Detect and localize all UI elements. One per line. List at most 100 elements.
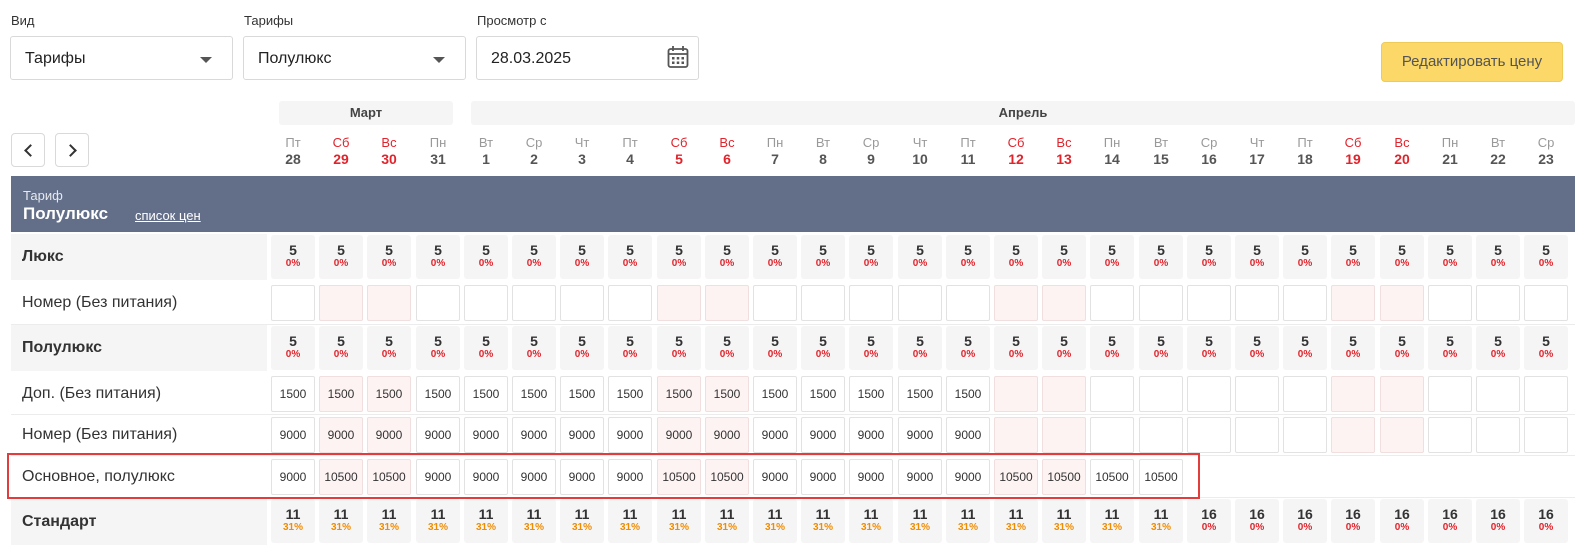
price-input[interactable]: 10500	[1090, 459, 1134, 495]
price-input[interactable]: 10500	[705, 459, 749, 495]
price-input[interactable]	[1235, 376, 1279, 412]
price-input[interactable]	[367, 285, 411, 321]
price-input[interactable]: 9000	[705, 417, 749, 453]
price-input[interactable]	[1380, 376, 1424, 412]
price-input[interactable]: 1500	[464, 376, 508, 412]
price-input[interactable]	[1042, 285, 1086, 321]
price-input[interactable]: 9000	[946, 417, 990, 453]
price-input[interactable]: 10500	[1042, 459, 1086, 495]
view-select[interactable]: Тарифы	[10, 36, 233, 80]
price-input[interactable]: 9000	[657, 417, 701, 453]
price-input[interactable]: 9000	[464, 459, 508, 495]
price-input[interactable]: 9000	[608, 459, 652, 495]
price-input[interactable]: 10500	[1139, 459, 1183, 495]
price-input[interactable]	[994, 376, 1038, 412]
price-input[interactable]: 1500	[608, 376, 652, 412]
price-input[interactable]	[1428, 376, 1472, 412]
price-input[interactable]: 9000	[898, 459, 942, 495]
price-input[interactable]: 1500	[416, 376, 460, 412]
price-input[interactable]	[1235, 285, 1279, 321]
price-input[interactable]: 1500	[512, 376, 556, 412]
price-input[interactable]	[464, 285, 508, 321]
price-input[interactable]: 9000	[416, 417, 460, 453]
price-input[interactable]	[271, 285, 315, 321]
price-input[interactable]	[1139, 285, 1183, 321]
price-list-link[interactable]: список цен	[135, 208, 201, 223]
price-input[interactable]: 9000	[367, 417, 411, 453]
price-input[interactable]: 1500	[898, 376, 942, 412]
price-input[interactable]: 9000	[271, 417, 315, 453]
price-input[interactable]	[319, 285, 363, 321]
price-input[interactable]	[560, 285, 604, 321]
price-input[interactable]: 10500	[994, 459, 1038, 495]
price-input[interactable]	[801, 285, 845, 321]
price-input[interactable]: 1500	[271, 376, 315, 412]
price-input[interactable]	[1187, 376, 1231, 412]
price-input[interactable]: 9000	[271, 459, 315, 495]
price-input[interactable]: 9000	[849, 417, 893, 453]
price-input[interactable]	[1428, 285, 1472, 321]
price-input[interactable]: 1500	[705, 376, 749, 412]
tariffs-select[interactable]: Полулюкс	[243, 36, 466, 80]
price-input[interactable]	[1090, 376, 1134, 412]
price-input[interactable]: 10500	[657, 459, 701, 495]
price-input[interactable]	[1331, 376, 1375, 412]
price-input[interactable]	[1331, 417, 1375, 453]
price-input[interactable]	[946, 285, 990, 321]
price-input[interactable]	[1235, 417, 1279, 453]
price-input[interactable]: 1500	[849, 376, 893, 412]
price-input[interactable]	[657, 285, 701, 321]
price-input[interactable]	[1187, 285, 1231, 321]
price-input[interactable]	[1476, 285, 1520, 321]
price-input[interactable]	[1090, 417, 1134, 453]
price-input[interactable]: 9000	[801, 417, 845, 453]
price-input[interactable]	[994, 285, 1038, 321]
price-input[interactable]	[512, 285, 556, 321]
price-input[interactable]: 9000	[512, 417, 556, 453]
price-input[interactable]	[1090, 285, 1134, 321]
price-input[interactable]: 9000	[801, 459, 845, 495]
price-input[interactable]: 9000	[946, 459, 990, 495]
price-input[interactable]	[994, 417, 1038, 453]
price-input[interactable]	[1139, 417, 1183, 453]
price-input[interactable]: 1500	[801, 376, 845, 412]
price-input[interactable]: 9000	[512, 459, 556, 495]
price-input[interactable]	[753, 285, 797, 321]
price-input[interactable]	[1042, 417, 1086, 453]
price-input[interactable]	[1524, 285, 1568, 321]
price-input[interactable]: 9000	[416, 459, 460, 495]
price-input[interactable]	[1042, 376, 1086, 412]
price-input[interactable]: 10500	[367, 459, 411, 495]
price-input[interactable]	[1283, 376, 1327, 412]
price-input[interactable]: 9000	[560, 459, 604, 495]
price-input[interactable]: 10500	[319, 459, 363, 495]
price-input[interactable]	[1524, 376, 1568, 412]
price-input[interactable]	[1187, 417, 1231, 453]
price-input[interactable]: 9000	[753, 459, 797, 495]
price-input[interactable]: 1500	[946, 376, 990, 412]
price-input[interactable]	[1524, 417, 1568, 453]
price-input[interactable]	[705, 285, 749, 321]
price-input[interactable]: 9000	[608, 417, 652, 453]
price-input[interactable]: 9000	[319, 417, 363, 453]
next-period-button[interactable]	[55, 133, 89, 167]
price-input[interactable]	[1476, 376, 1520, 412]
date-input[interactable]: 28.03.2025	[476, 36, 699, 80]
price-input[interactable]	[1380, 417, 1424, 453]
edit-price-button[interactable]: Редактировать цену	[1381, 42, 1563, 82]
price-input[interactable]: 9000	[849, 459, 893, 495]
price-input[interactable]	[1331, 285, 1375, 321]
price-input[interactable]	[1380, 285, 1424, 321]
price-input[interactable]	[898, 285, 942, 321]
price-input[interactable]	[1139, 376, 1183, 412]
calendar-icon[interactable]	[667, 45, 689, 69]
price-input[interactable]: 1500	[367, 376, 411, 412]
price-input[interactable]: 9000	[560, 417, 604, 453]
price-input[interactable]: 9000	[898, 417, 942, 453]
prev-period-button[interactable]	[11, 133, 45, 167]
price-input[interactable]: 1500	[753, 376, 797, 412]
price-input[interactable]: 9000	[753, 417, 797, 453]
price-input[interactable]	[1283, 285, 1327, 321]
price-input[interactable]: 1500	[560, 376, 604, 412]
price-input[interactable]	[1283, 417, 1327, 453]
